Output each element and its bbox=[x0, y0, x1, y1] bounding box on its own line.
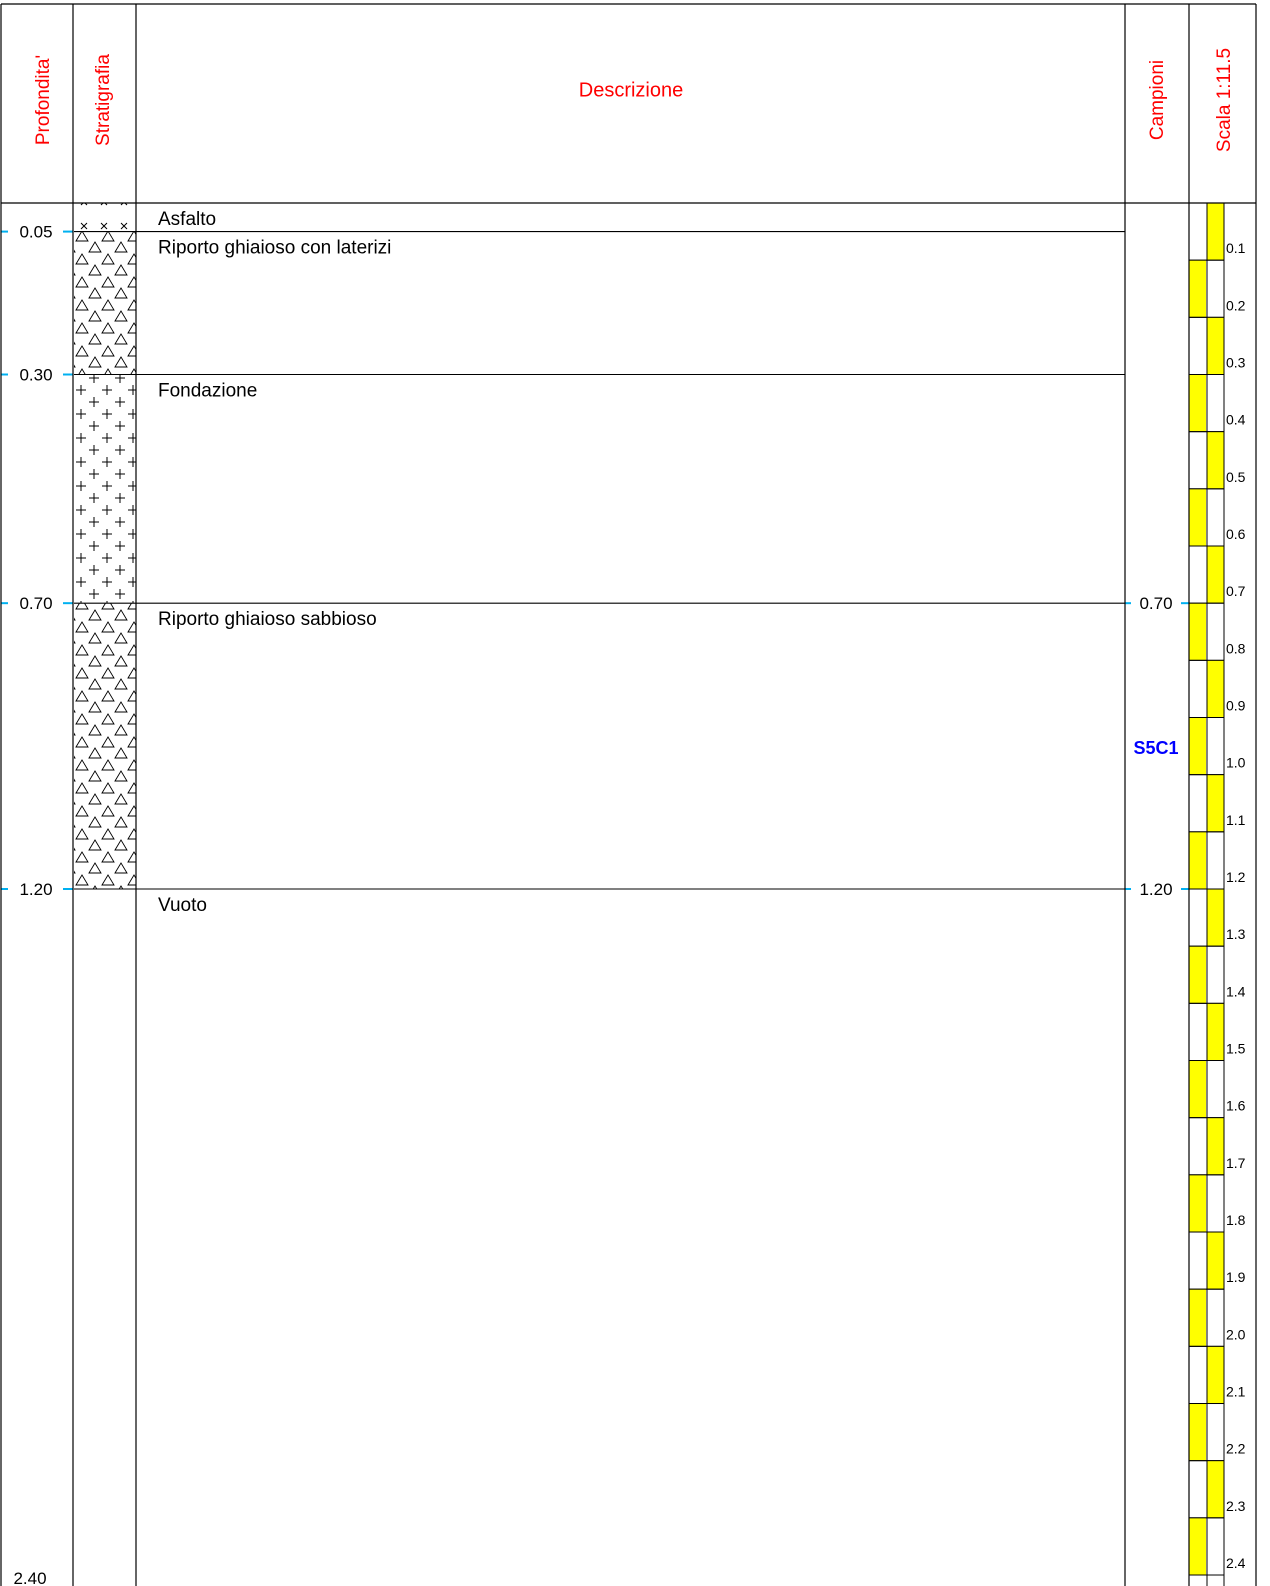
scale-tick-label: 1.8 bbox=[1226, 1212, 1246, 1228]
scale-tick-label: 2.0 bbox=[1226, 1326, 1246, 1342]
scale-segment bbox=[1207, 1346, 1224, 1404]
scale-segment bbox=[1207, 660, 1224, 718]
scale-segment bbox=[1207, 317, 1224, 375]
layer-description: Fondazione bbox=[158, 381, 257, 402]
depth-label: 0.05 bbox=[19, 223, 52, 242]
scale-segment bbox=[1189, 603, 1206, 661]
scale-tick-label: 1.6 bbox=[1226, 1098, 1246, 1114]
layer-description: Vuoto bbox=[158, 895, 207, 916]
scale-segment bbox=[1189, 1403, 1206, 1461]
layer-description: Asfalto bbox=[158, 209, 216, 230]
scale-bar-strip: 0.1 0.2 0.3 0.4 0.5 0.6 0.7 0.8 0.9 1.0 1.1 1.2 1.3 1… bbox=[1188, 202, 1246, 1586]
scale-tick-label: 0.3 bbox=[1226, 355, 1246, 371]
sample-markers: 0.70 1.20 S5C1 bbox=[1125, 594, 1189, 899]
sample-depth-label: 0.70 bbox=[1139, 594, 1172, 613]
header-samples: Campioni bbox=[1147, 60, 1168, 140]
scale-tick-label: 1.4 bbox=[1226, 983, 1246, 999]
scale-segment bbox=[1207, 1460, 1224, 1518]
scale-segment bbox=[1189, 717, 1206, 775]
scale-segment bbox=[1207, 1232, 1224, 1290]
scale-tick-label: 2.2 bbox=[1226, 1441, 1246, 1457]
scale-tick-label: 0.1 bbox=[1226, 240, 1246, 256]
scale-tick-label: 0.6 bbox=[1226, 526, 1246, 542]
lithology-triangles bbox=[74, 603, 136, 890]
scale-tick-label: 1.3 bbox=[1226, 926, 1246, 942]
scale-tick-label: 1.9 bbox=[1226, 1269, 1246, 1285]
scale-tick-label: 0.2 bbox=[1226, 297, 1246, 313]
scale-tick-label: 0.7 bbox=[1226, 583, 1246, 599]
scale-segment bbox=[1189, 946, 1206, 1004]
scale-segment bbox=[1189, 1174, 1206, 1233]
scale-segment bbox=[1207, 203, 1224, 261]
scale-tick-label: 1.2 bbox=[1226, 869, 1246, 885]
scale-tick-label: 1.5 bbox=[1226, 1041, 1246, 1057]
scale-tick-label: 2.1 bbox=[1226, 1384, 1246, 1400]
scale-tick-label: 1.1 bbox=[1226, 812, 1246, 828]
scale-segment bbox=[1207, 1117, 1224, 1175]
depth-label: 1.20 bbox=[19, 880, 52, 899]
depth-label-bottom: 2.40 bbox=[13, 1569, 46, 1586]
scale-tick-label: 2.3 bbox=[1226, 1498, 1246, 1514]
sample-depth-label: 1.20 bbox=[1139, 880, 1172, 899]
scale-segment bbox=[1189, 488, 1206, 547]
depth-labels: 0.05 0.30 0.70 1.20 2.40 bbox=[1, 223, 73, 1586]
depth-label: 0.30 bbox=[19, 366, 52, 385]
header-depth: Profondita' bbox=[33, 55, 54, 145]
depth-label: 0.70 bbox=[19, 594, 52, 613]
scale-tick-label: 0.5 bbox=[1226, 469, 1246, 485]
header-description: Descrizione bbox=[579, 79, 683, 101]
scale-segment bbox=[1207, 431, 1224, 489]
scale-segment bbox=[1189, 1289, 1206, 1347]
layer-description: Riporto ghiaioso sabbioso bbox=[158, 609, 377, 630]
scale-segment bbox=[1189, 1060, 1206, 1118]
scale-segment bbox=[1207, 1003, 1224, 1061]
scale-tick-label: 2.4 bbox=[1226, 1555, 1246, 1571]
layer-description: Riporto ghiaioso con laterizi bbox=[158, 238, 391, 259]
stratigraphic-log: Profondita' Stratigrafia Descrizione Cam… bbox=[0, 3, 1257, 1586]
scale-segment bbox=[1189, 1517, 1206, 1576]
header-scale: Scala 1:11.5 bbox=[1214, 48, 1235, 152]
scale-tick-label: 1.7 bbox=[1226, 1155, 1246, 1171]
scale-segment bbox=[1189, 831, 1206, 890]
lithology-crosses-x bbox=[74, 203, 136, 232]
header-stratigraphy: Stratigrafia bbox=[93, 54, 114, 146]
lithology-plus bbox=[74, 374, 136, 604]
scale-tick-label: 0.4 bbox=[1226, 412, 1246, 428]
scale-segment bbox=[1189, 374, 1206, 432]
layer-boundaries: Asfalto Riporto ghiaioso con laterizi Fond… bbox=[74, 209, 1125, 916]
scale-segment bbox=[1207, 774, 1224, 832]
scale-tick-label: 1.0 bbox=[1226, 755, 1246, 771]
scale-tick-label: 0.8 bbox=[1226, 640, 1246, 656]
scale-tick-label: 0.9 bbox=[1226, 698, 1246, 714]
lithology-column bbox=[74, 203, 136, 890]
scale-segment bbox=[1207, 889, 1224, 947]
scale-segment bbox=[1207, 546, 1224, 604]
sample-id: S5C1 bbox=[1133, 738, 1178, 758]
lithology-triangles bbox=[74, 231, 136, 375]
scale-segment bbox=[1189, 260, 1206, 318]
